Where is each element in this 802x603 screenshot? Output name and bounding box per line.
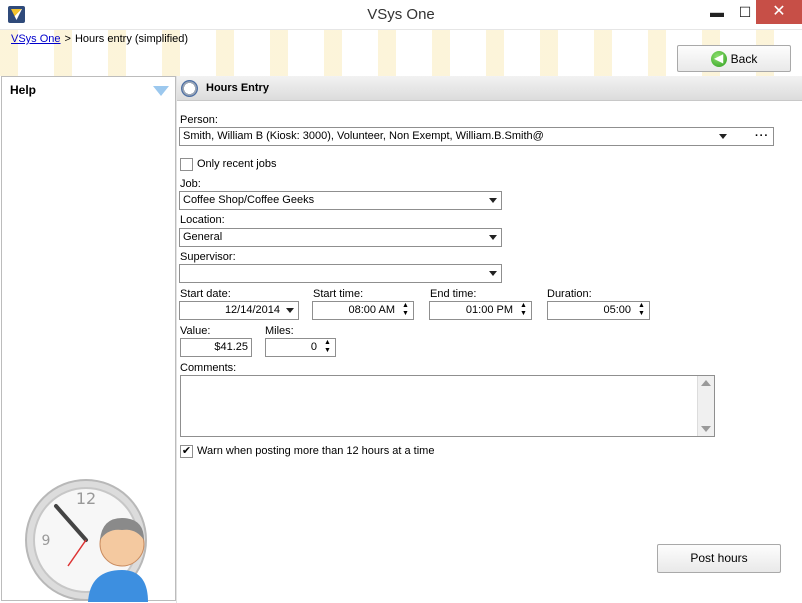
breadcrumb-current: Hours entry (simplified) bbox=[74, 33, 189, 45]
end-time-spinner[interactable]: 01:00 PM ▲ ▼ bbox=[429, 301, 532, 320]
miles-value: 0 bbox=[310, 341, 317, 353]
comments-label: Comments: bbox=[180, 362, 237, 374]
job-value: Coffee Shop/Coffee Geeks bbox=[183, 194, 315, 206]
location-value: General bbox=[183, 231, 223, 243]
person-combobox[interactable]: Smith, William B (Kiosk: 3000), Voluntee… bbox=[179, 127, 774, 146]
duration-value: 05:00 bbox=[603, 304, 631, 316]
help-collapse-icon[interactable] bbox=[153, 86, 169, 96]
person-label: Person: bbox=[180, 114, 218, 126]
job-dropdown-icon[interactable] bbox=[489, 198, 497, 203]
miles-spin-icon[interactable]: ▲ ▼ bbox=[321, 339, 334, 356]
miles-spinner[interactable]: 0 ▲ ▼ bbox=[265, 338, 336, 357]
start-date-picker[interactable]: 12/14/2014 bbox=[179, 301, 299, 320]
location-dropdown-icon[interactable] bbox=[489, 235, 497, 240]
value-amount: $41.25 bbox=[214, 341, 248, 353]
section-header: Hours Entry bbox=[177, 76, 802, 101]
hours-entry-panel: Hours Entry Person: Smith, William B (Ki… bbox=[176, 76, 802, 603]
person-more-button[interactable]: ··· bbox=[755, 128, 769, 145]
only-recent-label: Only recent jobs bbox=[197, 158, 277, 170]
scroll-down-icon[interactable] bbox=[701, 426, 711, 432]
duration-label: Duration: bbox=[547, 288, 592, 300]
person-value: Smith, William B (Kiosk: 3000), Voluntee… bbox=[183, 130, 544, 142]
value-input[interactable]: $41.25 bbox=[180, 338, 252, 357]
svg-text:9: 9 bbox=[42, 533, 51, 549]
help-title: Help bbox=[10, 83, 37, 97]
job-label: Job: bbox=[180, 178, 201, 190]
back-button[interactable]: ◀ Back bbox=[677, 45, 791, 72]
start-time-spin-icon[interactable]: ▲ ▼ bbox=[399, 302, 412, 319]
end-time-value: 01:00 PM bbox=[465, 304, 513, 316]
warn-label: Warn when posting more than 12 hours at … bbox=[197, 445, 435, 457]
person-dropdown-icon[interactable] bbox=[719, 134, 727, 139]
breadcrumb-separator: > bbox=[64, 33, 71, 45]
section-title: Hours Entry bbox=[206, 82, 269, 94]
comments-scrollbar[interactable] bbox=[697, 376, 714, 436]
miles-label: Miles: bbox=[265, 325, 294, 337]
scroll-up-icon[interactable] bbox=[701, 380, 711, 386]
supervisor-select[interactable] bbox=[179, 264, 502, 283]
duration-spinner[interactable]: 05:00 ▲ ▼ bbox=[547, 301, 650, 320]
title-bar: VSys One ▬ ☐ ✕ bbox=[0, 0, 802, 30]
end-time-spin-icon[interactable]: ▲ ▼ bbox=[517, 302, 530, 319]
job-select[interactable]: Coffee Shop/Coffee Geeks bbox=[179, 191, 502, 210]
minimize-button[interactable]: ▬ bbox=[702, 0, 732, 24]
start-date-label: Start date: bbox=[180, 288, 231, 300]
back-button-label: Back bbox=[730, 51, 758, 66]
window-title: VSys One bbox=[367, 6, 435, 23]
start-date-value: 12/14/2014 bbox=[224, 304, 280, 316]
svg-text:12: 12 bbox=[76, 489, 96, 508]
end-time-label: End time: bbox=[430, 288, 477, 300]
clock-person-icon: 12 9 bbox=[25, 479, 148, 602]
breadcrumb: VSys One > Hours entry (simplified) bbox=[11, 33, 188, 45]
breadcrumb-home-link[interactable]: VSys One bbox=[11, 33, 61, 45]
back-arrow-icon: ◀ bbox=[710, 50, 727, 67]
close-button[interactable]: ✕ bbox=[756, 0, 802, 24]
location-select[interactable]: General bbox=[179, 228, 502, 247]
duration-spin-icon[interactable]: ▲ ▼ bbox=[635, 302, 648, 319]
value-label: Value: bbox=[180, 325, 211, 337]
location-label: Location: bbox=[180, 214, 225, 226]
supervisor-dropdown-icon[interactable] bbox=[489, 271, 497, 276]
only-recent-checkbox[interactable] bbox=[180, 158, 193, 171]
comments-textarea[interactable] bbox=[180, 375, 715, 437]
start-date-dropdown-icon[interactable] bbox=[286, 308, 294, 313]
start-time-label: Start time: bbox=[313, 288, 364, 300]
start-time-value: 08:00 AM bbox=[348, 304, 395, 316]
warn-checkbox[interactable]: ✔ bbox=[180, 445, 193, 458]
supervisor-label: Supervisor: bbox=[180, 251, 236, 263]
start-time-spinner[interactable]: 08:00 AM ▲ ▼ bbox=[312, 301, 414, 320]
hours-entry-icon bbox=[181, 80, 198, 97]
post-hours-button[interactable]: Post hours bbox=[657, 544, 781, 573]
